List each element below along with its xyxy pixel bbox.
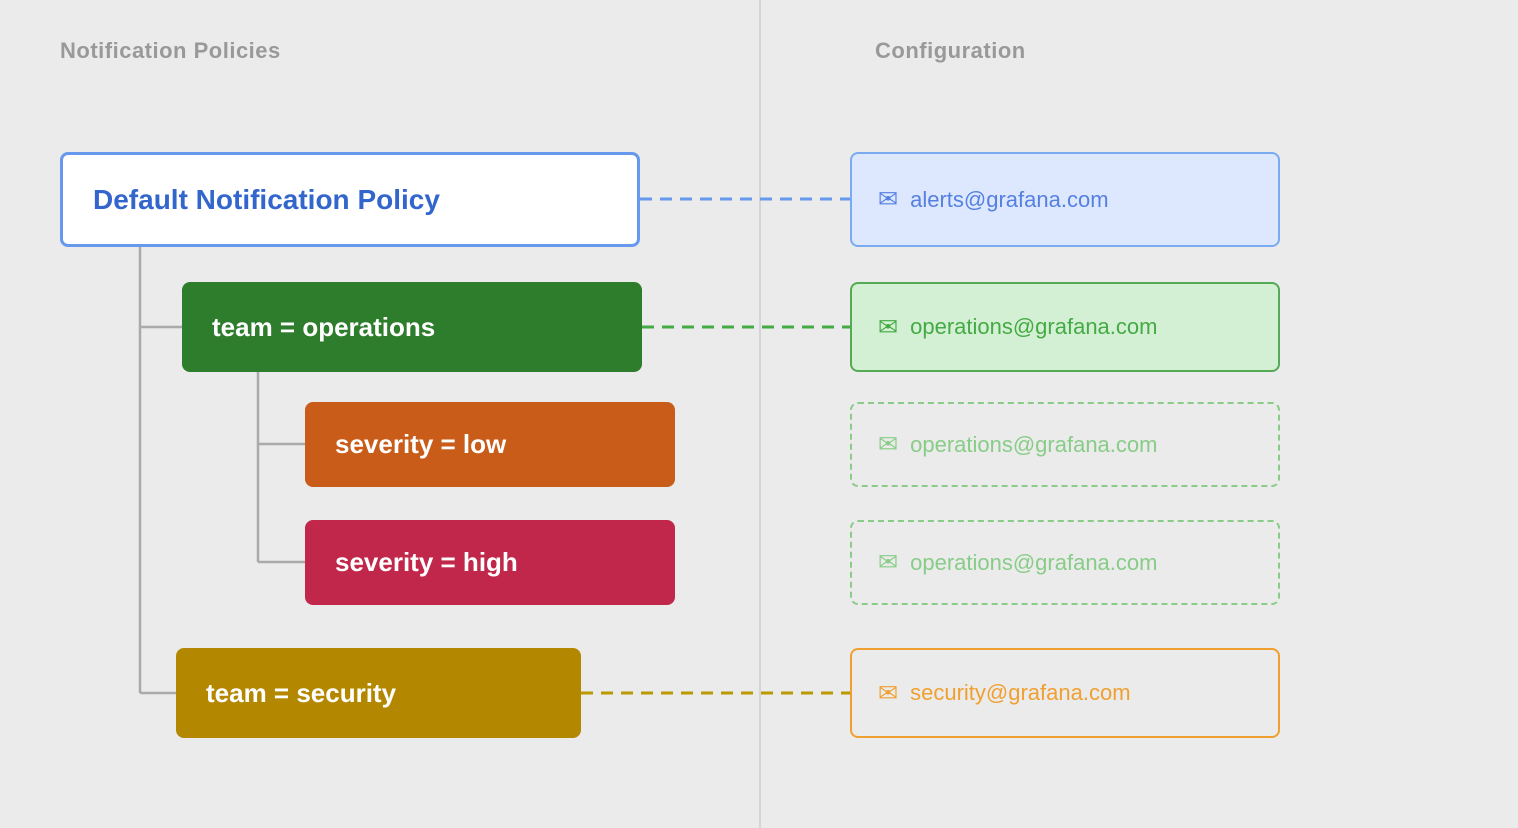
operations-node: team = operations — [182, 282, 642, 372]
main-canvas: Notification Policies Configuration Defa… — [0, 0, 1518, 828]
default-policy-node: Default Notification Policy — [60, 152, 640, 247]
config-security: ✉ security@grafana.com — [850, 648, 1280, 738]
config-operations: ✉ operations@grafana.com — [850, 282, 1280, 372]
severity-high-node: severity = high — [305, 520, 675, 605]
security-node: team = security — [176, 648, 581, 738]
config-severity-low: ✉ operations@grafana.com — [850, 402, 1280, 487]
mail-icon-security: ✉ — [878, 679, 898, 708]
mail-icon-severity-high: ✉ — [878, 548, 898, 577]
mail-icon-default: ✉ — [878, 185, 898, 214]
mail-icon-operations: ✉ — [878, 313, 898, 342]
left-header: Notification Policies — [60, 38, 281, 64]
config-default: ✉ alerts@grafana.com — [850, 152, 1280, 247]
severity-low-node: severity = low — [305, 402, 675, 487]
mail-icon-severity-low: ✉ — [878, 430, 898, 459]
divider — [759, 0, 761, 828]
right-header: Configuration — [875, 38, 1026, 64]
config-severity-high: ✉ operations@grafana.com — [850, 520, 1280, 605]
